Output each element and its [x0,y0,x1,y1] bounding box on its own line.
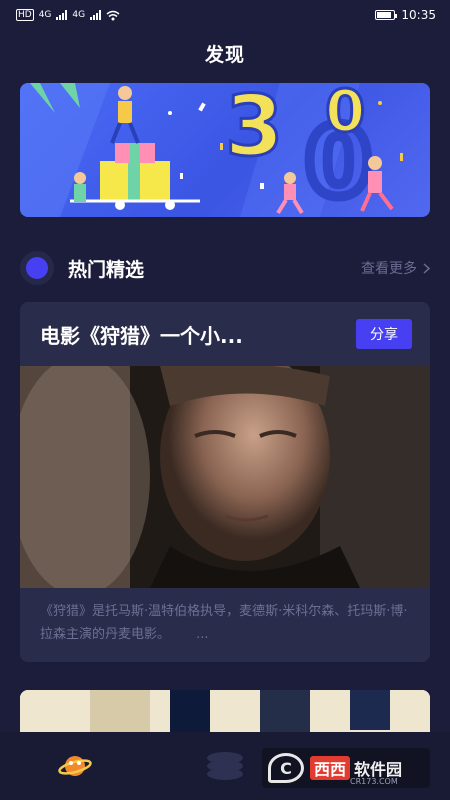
signal-icon [56,10,68,20]
card-description: 《狩猎》是托马斯·温特伯格执导，麦德斯·米科尔森、托玛斯·博·拉森主演的丹麦电影… [20,588,430,658]
share-button[interactable]: 分享 [356,319,412,349]
see-more-label: 查看更多 [361,261,417,277]
battery-fill [377,12,391,18]
see-more-link[interactable]: 查看更多 [361,258,430,278]
banner-illustration: 3 0 0 [20,83,403,217]
battery-icon [375,10,398,20]
signal-icon-2 [90,10,102,20]
network-badge-2: 4G [72,10,86,20]
planet-icon [58,756,92,776]
status-bar: HD 4G 4G 10:35 [0,0,450,30]
site-watermark: C 西西 软件园 [262,748,430,788]
section-dot-icon [20,251,54,285]
watermark-subtext: CR173.COM [350,777,398,786]
network-badge-1: 4G [38,10,52,20]
section-header: 热门精选 查看更多 [20,250,430,286]
hd-badge: HD [16,9,34,21]
portrait-illustration [20,366,430,588]
status-right: 10:35 [375,8,436,22]
description-ellipsis: ... [196,627,209,642]
section-heading: 热门精选 [20,251,144,285]
chevron-right-icon [423,262,430,274]
watermark-logo-icon: C [268,753,304,783]
clock: 10:35 [401,8,436,22]
card-title: 电影《狩猎》一个小... [40,323,243,348]
card-header: 电影《狩猎》一个小... 分享 [20,302,430,366]
description-text: 《狩猎》是托马斯·温特伯格执导，麦德斯·米科尔森、托玛斯·博·拉森主演的丹麦电影… [40,604,408,642]
promo-banner[interactable]: 3 0 0 [20,83,430,217]
watermark-red-text: 西西 [310,756,351,780]
stack-icon [207,752,243,780]
svg-text:3: 3 [225,83,283,175]
movie-still-image[interactable] [20,366,430,588]
tab-discover[interactable] [0,732,150,800]
svg-text:0: 0 [325,83,365,145]
featured-article-card[interactable]: 电影《狩猎》一个小... 分享 《狩猎》是托马斯·温特伯格执导，麦德斯·米科尔森… [20,302,430,662]
page-title: 发现 [204,44,245,66]
section-title: 热门精选 [68,258,145,281]
wifi-icon [106,10,120,20]
status-indicators: HD 4G 4G [16,9,120,21]
